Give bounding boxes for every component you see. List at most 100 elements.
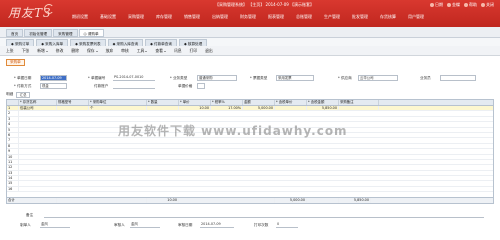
column-header[interactable]: * 存货名称 (19, 100, 57, 105)
table-cell[interactable]: 5,850.00 (307, 106, 339, 111)
buyer-label: 业务员 (420, 76, 431, 80)
row-index-cell: 12 (7, 165, 19, 170)
toolbar-delete-button[interactable]: 删除 (71, 48, 79, 54)
pay-method-label: * 付款方式 (14, 84, 32, 88)
toolbar-message-button[interactable]: 讯息 (174, 48, 182, 54)
menu-item[interactable]: 采购管理 (122, 14, 150, 20)
main-menu: 期初设置 基础设置 采购管理 库存管理 销售管理 出纳管理 财务管理 报表管理 … (66, 14, 430, 20)
doc-no-field[interactable]: PS-2014-07-0010 (113, 75, 155, 81)
window-control-help[interactable]: 帮助 (464, 2, 477, 8)
row-index-cell: 13 (7, 170, 19, 176)
document-title-tag: 采购单 (6, 59, 25, 66)
table-row[interactable]: 16 (7, 186, 493, 193)
tab-purchase[interactable]: 采购管理 (53, 29, 78, 37)
doc-date-label: * 单据日期 (14, 76, 32, 80)
window-control-skin[interactable]: 金蝶 (447, 2, 460, 8)
toolbar-edit-button[interactable]: 修改 (56, 48, 64, 54)
toolbar-view-button[interactable]: 查看 (155, 48, 166, 54)
toolbar-cancel-button[interactable]: 放弃 (106, 48, 114, 54)
column-header[interactable]: 金额 (243, 100, 275, 105)
print-count-label: 打印次数 (254, 223, 269, 227)
row-index-cell: 14 (7, 176, 19, 181)
supplier-field[interactable]: 云华公司 (358, 75, 398, 81)
maker-field: 金凤 (40, 222, 70, 228)
table-cell[interactable]: 个 (89, 106, 147, 111)
toolbar-prev-button[interactable]: 上张 (6, 48, 14, 54)
menu-item[interactable]: 总账管理 (290, 14, 318, 20)
menu-item[interactable]: 库存管理 (150, 14, 178, 20)
tab-requisition[interactable]: ◎ 请购单 (78, 29, 104, 37)
grid-total-row: 合计 10.00 5,000.00 5,850.00 (7, 197, 493, 203)
menu-item[interactable]: 批发管理 (346, 14, 374, 20)
pay-account-field[interactable] (113, 83, 155, 89)
column-header[interactable]: 规格型号 (57, 100, 89, 105)
column-header[interactable]: * 含税金额 (307, 100, 339, 105)
menu-item[interactable]: 生产管理 (318, 14, 346, 20)
row-index-cell: 4 (7, 122, 19, 127)
table-cell[interactable]: 包装公司 (19, 106, 57, 111)
window-control-close[interactable]: 关闭 (481, 2, 494, 8)
menu-item[interactable]: 销售管理 (178, 14, 206, 20)
toolbar-audit-button[interactable]: 审核 (121, 48, 129, 54)
menu-item[interactable]: 存货核算 (374, 14, 402, 20)
footer: 备注 制单人 金凤 审核人 金凤 审核日期 2014-07-09 打印次数 0 (6, 206, 494, 236)
toolbar-tools-button[interactable]: 工具 (137, 48, 148, 54)
table-cell[interactable]: 17.00% (211, 106, 243, 111)
menu-item[interactable]: 财务管理 (234, 14, 262, 20)
menu-item[interactable]: 出纳管理 (206, 14, 234, 20)
summary-button[interactable]: 汇总 (16, 91, 31, 98)
chevron-down-icon (163, 50, 166, 52)
window-status-line: 【采购管理系统】 【主页】 2014-07-09 【演示账套】 (215, 2, 315, 7)
table-cell[interactable] (275, 106, 307, 111)
row-index-cell: 2 (7, 111, 19, 116)
row-index-cell: 8 (7, 143, 19, 149)
total-qty: 10.00 (147, 198, 179, 203)
table-cell[interactable]: 5,000.00 (243, 106, 275, 111)
column-header[interactable]: 采购备注 (339, 100, 379, 105)
note-type-select[interactable]: 采用发票 (276, 75, 314, 81)
menu-item[interactable]: 基础设置 (94, 14, 122, 20)
table-cell[interactable] (147, 106, 179, 111)
doc-no-label: * 单据编号 (88, 76, 106, 80)
column-header[interactable]: * 含税单价 (275, 100, 307, 105)
window-control-date[interactable]: 日期 (430, 2, 443, 8)
menu-item[interactable]: 用户管理 (402, 14, 430, 20)
tab-home[interactable]: 首页 (6, 29, 24, 37)
table-cell[interactable] (57, 106, 89, 111)
toolbar-exit-button[interactable]: 退出 (205, 48, 213, 54)
audit-date-label: 审核日期 (178, 223, 193, 227)
table-cell[interactable]: 10.00 (179, 106, 211, 111)
chevron-down-icon (145, 50, 148, 52)
column-header[interactable]: * 数量 (147, 100, 179, 105)
invoice-label: 单据价格 (178, 84, 193, 88)
buyer-field[interactable] (440, 75, 476, 81)
maker-label: 制单人 (20, 223, 31, 227)
row-index-cell: 11 (7, 159, 19, 165)
doc-date-field[interactable]: 2014-07-09 (40, 75, 67, 81)
print-count-field: 0 (276, 222, 298, 228)
menu-item[interactable]: 报表管理 (262, 14, 290, 20)
toolbar-print-button[interactable]: 打印 (190, 48, 198, 54)
invoice-checkbox[interactable] (197, 83, 205, 89)
grid-body: 1 包装公司 个 10.00 17.00% 5,000.00 5,850.00 … (7, 106, 493, 193)
detail-grid: * 存货名称 规格型号 * 采购单位 * 数量 * 单价 * 税率% 金额 * … (6, 99, 494, 204)
total-label: 合计 (7, 198, 57, 203)
detail-bar: 明细 汇总 (6, 91, 31, 98)
toolbar-next-button[interactable]: 下张 (22, 48, 30, 54)
toolbar-new-button[interactable]: 新增 (37, 48, 48, 54)
audit-date-field: 2014-07-09 (200, 222, 234, 228)
column-header[interactable]: * 采购单位 (89, 100, 147, 105)
note-field[interactable] (44, 212, 484, 218)
note-type-label: * 票据类型 (250, 76, 268, 80)
column-header[interactable]: * 单价 (179, 100, 211, 105)
detail-label: 明细 (6, 92, 14, 96)
biz-type-select[interactable]: 普通采购 (197, 75, 237, 81)
column-header[interactable]: * 税率% (211, 100, 243, 105)
tab-init[interactable]: 初始化管理 (24, 29, 53, 37)
table-cell[interactable] (339, 106, 379, 111)
menu-item[interactable]: 期初设置 (66, 14, 94, 20)
row-index-cell: 3 (7, 116, 19, 122)
watermark: 用友软件下载 www.ufidawhy.com (118, 124, 348, 138)
pay-method-select[interactable]: 现金 (40, 83, 67, 89)
toolbar-save-button[interactable]: 保存 (87, 48, 98, 54)
